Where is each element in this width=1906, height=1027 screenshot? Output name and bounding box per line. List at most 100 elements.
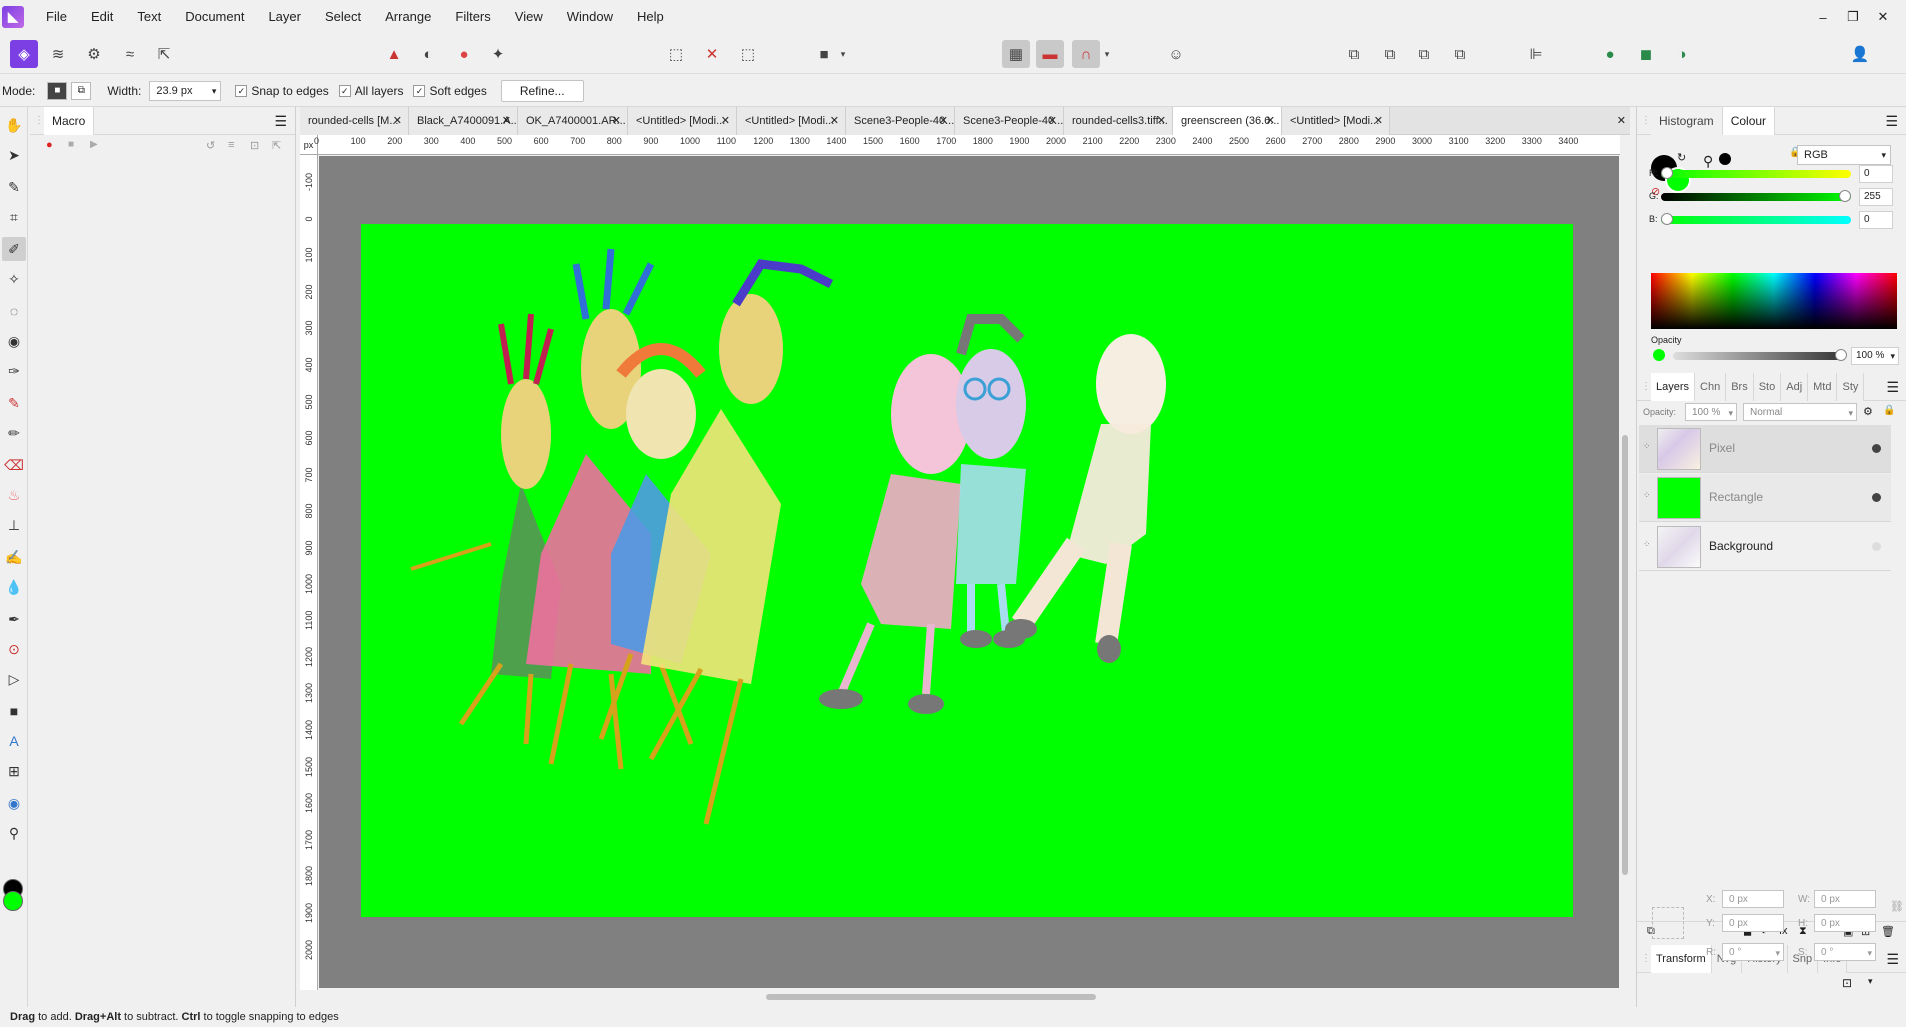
- arrange-backward-icon[interactable]: ⧉: [1376, 40, 1404, 68]
- close-tab-icon[interactable]: ✕: [830, 107, 839, 135]
- layer-row-rectangle[interactable]: ⁘ Rectangle: [1639, 474, 1891, 522]
- transform-options-icon[interactable]: ⊡: [1842, 976, 1852, 990]
- mode-add-icon[interactable]: ⧉: [71, 81, 92, 100]
- export-persona-icon[interactable]: ⇱: [150, 40, 178, 68]
- studio-icon[interactable]: ●: [1596, 40, 1624, 68]
- flood-fill-tool-icon[interactable]: ◉: [2, 329, 26, 353]
- view-tool-hand-icon[interactable]: ✋: [2, 113, 26, 137]
- play-icon[interactable]: ▶: [90, 139, 98, 150]
- delete-layer-icon[interactable]: 🗑: [1881, 925, 1895, 938]
- document-tab[interactable]: rounded-cells3.tiff... ✕: [1064, 107, 1173, 135]
- restore-button[interactable]: ❐: [1838, 0, 1868, 34]
- chevron-down-icon[interactable]: ▾: [836, 40, 850, 68]
- menu-filters[interactable]: Filters: [443, 0, 502, 34]
- document-tab[interactable]: <Untitled> [Modi... ✕: [737, 107, 846, 135]
- liquify-persona-icon[interactable]: ≋: [44, 40, 72, 68]
- close-button[interactable]: ✕: [1868, 0, 1898, 34]
- selection-mode-icon[interactable]: ▬: [1036, 40, 1064, 68]
- undo-macro-icon[interactable]: ↺: [206, 139, 215, 152]
- develop-persona-icon[interactable]: ⚙: [80, 40, 108, 68]
- anchor-point-selector[interactable]: [1652, 907, 1684, 939]
- gradient-tool-icon[interactable]: ✑: [2, 359, 26, 383]
- close-tab-icon[interactable]: ✕: [612, 107, 621, 135]
- crop-tool-icon[interactable]: ⌗: [2, 205, 26, 229]
- lock-icon[interactable]: 🔒: [1883, 405, 1895, 416]
- opacity-value[interactable]: 100 % ▾: [1851, 347, 1899, 365]
- h-field[interactable]: 0 px: [1814, 914, 1876, 932]
- soft-edges-check[interactable]: ✓ Soft edges: [413, 84, 487, 98]
- horizontal-scroll-thumb[interactable]: [766, 994, 1096, 1000]
- account-icon[interactable]: 👤: [1846, 40, 1874, 68]
- mode-new-icon[interactable]: ■: [47, 81, 68, 100]
- smudge-tool-icon[interactable]: ✒: [2, 607, 26, 631]
- tab-colour[interactable]: Colour: [1722, 106, 1776, 135]
- menu-arrange[interactable]: Arrange: [373, 0, 443, 34]
- tab-chn[interactable]: Chn: [1695, 372, 1727, 401]
- tab-layers[interactable]: Layers: [1651, 372, 1696, 401]
- blend-mode-select[interactable]: Normal ▾: [1743, 403, 1857, 421]
- horizontal-scrollbar[interactable]: [300, 990, 1630, 1004]
- layer-opacity-field[interactable]: 100 % ▾: [1685, 403, 1737, 421]
- invert-selection-icon[interactable]: ⬚: [734, 40, 762, 68]
- stop-icon[interactable]: ■: [68, 139, 74, 150]
- b-slider[interactable]: [1661, 216, 1851, 224]
- blur-brush-tool-icon[interactable]: 💧: [2, 575, 26, 599]
- levels-icon[interactable]: ▲: [380, 40, 408, 68]
- document-tab[interactable]: Scene3-People-40... ✕: [955, 107, 1064, 135]
- refine-button[interactable]: Refine...: [500, 79, 584, 102]
- pixel-tool-icon[interactable]: ✏: [2, 421, 26, 445]
- pen-tool-icon[interactable]: ▷: [2, 667, 26, 691]
- g-value[interactable]: 255: [1859, 188, 1893, 206]
- expand-icon[interactable]: ⁘: [1643, 441, 1651, 452]
- document-tab[interactable]: <Untitled> [Modi... ✕: [628, 107, 737, 135]
- minimize-button[interactable]: –: [1808, 0, 1838, 34]
- move-tool-icon[interactable]: ➤: [2, 143, 26, 167]
- w-field[interactable]: 0 px: [1814, 890, 1876, 908]
- vertical-scrollbar[interactable]: [1620, 135, 1630, 990]
- document-tab[interactable]: OK_A7400001.AR... ✕: [518, 107, 628, 135]
- tone-mapping-persona-icon[interactable]: ≈: [116, 40, 144, 68]
- g-slider[interactable]: [1661, 193, 1851, 201]
- document-canvas[interactable]: [361, 224, 1573, 917]
- selection-brush-tool-icon[interactable]: ✐: [2, 237, 26, 261]
- studio-2-icon[interactable]: ◼: [1632, 40, 1660, 68]
- auto-white-balance-icon[interactable]: ✦: [484, 40, 512, 68]
- rectangle-tool-icon[interactable]: ■: [2, 699, 26, 723]
- menu-text[interactable]: Text: [125, 0, 173, 34]
- photo-persona-icon[interactable]: ◈: [10, 40, 38, 68]
- document-tab[interactable]: Scene3-People-40... ✕: [846, 107, 955, 135]
- menu-edit[interactable]: Edit: [79, 0, 125, 34]
- deselect-icon[interactable]: ✕: [698, 40, 726, 68]
- document-tab[interactable]: Black_A7400091.A... ✕: [409, 107, 518, 135]
- red-eye-tool-icon[interactable]: ⊙: [2, 637, 26, 661]
- mesh-warp-tool-icon[interactable]: ⊞: [2, 759, 26, 783]
- marquee-tool-icon[interactable]: ◌: [2, 299, 26, 323]
- b-slider-handle[interactable]: [1661, 213, 1673, 225]
- link-icon[interactable]: ⛓: [1890, 900, 1904, 913]
- opacity-slider-handle[interactable]: [1835, 349, 1847, 361]
- document-tab[interactable]: <Untitled> [Modi... ✕: [1282, 107, 1390, 135]
- rotation-field[interactable]: 0 ° ▾: [1722, 943, 1784, 961]
- close-tab-icon[interactable]: ✕: [502, 107, 511, 135]
- visibility-dot-icon[interactable]: [1872, 542, 1881, 551]
- tab-mtd[interactable]: Mtd: [1808, 372, 1838, 401]
- opacity-slider[interactable]: [1673, 352, 1845, 360]
- export-macro-icon[interactable]: ⇱: [272, 139, 281, 152]
- swap-colours-icon[interactable]: ↻: [1677, 151, 1686, 164]
- assistant-icon[interactable]: ☺: [1162, 40, 1190, 68]
- snapping-magnet-icon[interactable]: ∩: [1072, 40, 1100, 68]
- shear-field[interactable]: 0 ° ▾: [1814, 943, 1876, 961]
- snap-to-edges-check[interactable]: ✓ Snap to edges: [235, 84, 329, 98]
- expand-icon[interactable]: ⁘: [1643, 539, 1651, 550]
- visibility-dot-icon[interactable]: [1872, 444, 1881, 453]
- chevron-down-icon[interactable]: ▾: [1868, 976, 1873, 987]
- document-tab[interactable]: rounded-cells [M... ✕: [300, 107, 409, 135]
- arrange-back-icon[interactable]: ⧉: [1340, 40, 1368, 68]
- colour-spectrum[interactable]: [1651, 273, 1897, 329]
- macro-list-icon[interactable]: ≡: [228, 139, 234, 151]
- tab-sty[interactable]: Sty: [1837, 372, 1865, 401]
- g-slider-handle[interactable]: [1839, 190, 1851, 202]
- align-icon[interactable]: ⊫: [1522, 40, 1550, 68]
- menu-view[interactable]: View: [503, 0, 555, 34]
- r-slider[interactable]: [1661, 170, 1851, 178]
